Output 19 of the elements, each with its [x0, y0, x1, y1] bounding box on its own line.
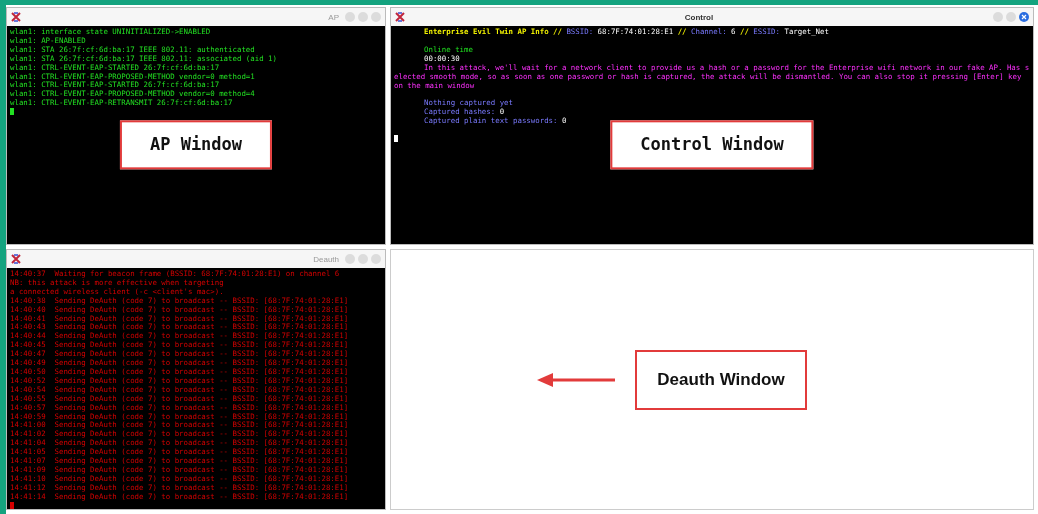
minimize-button[interactable]	[345, 12, 355, 22]
window-title: Control	[684, 12, 714, 22]
close-button[interactable]	[1019, 12, 1029, 22]
text-cursor	[394, 135, 398, 143]
x-logo-icon	[11, 254, 21, 264]
window-title: AP	[328, 12, 339, 22]
arrow-icon	[537, 372, 618, 387]
x-logo-icon	[395, 12, 405, 22]
text-cursor	[10, 108, 14, 116]
maximize-button[interactable]	[358, 12, 368, 22]
maximize-button[interactable]	[358, 254, 368, 264]
minimize-button[interactable]	[345, 254, 355, 264]
callout-label: AP Window	[119, 120, 273, 170]
text-cursor	[10, 501, 14, 509]
window-title: Deauth	[313, 254, 339, 264]
callout-label: Control Window	[610, 120, 814, 170]
minimize-button[interactable]	[993, 12, 1003, 22]
callout-label: Deauth Window	[635, 349, 807, 410]
x-logo-icon	[11, 12, 21, 22]
